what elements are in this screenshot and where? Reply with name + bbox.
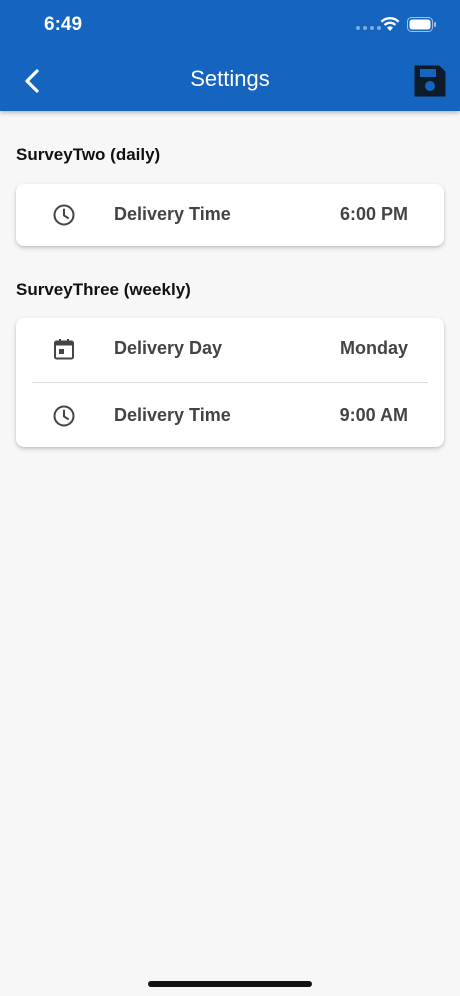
status-bar: 6:49 bbox=[0, 0, 460, 50]
row-value: Monday bbox=[339, 338, 408, 358]
wifi-icon bbox=[380, 16, 400, 31]
delivery-time-row[interactable]: Delivery Time 6:00 PM bbox=[16, 184, 444, 246]
row-label: Delivery Time bbox=[114, 204, 231, 224]
app-header: 6:49 Settings bbox=[0, 0, 460, 111]
surveythree-settings-card: Delivery Day Monday Delivery Time 9:00 A… bbox=[16, 318, 444, 447]
section-title-surveytwo: SurveyTwo (daily) bbox=[16, 145, 161, 164]
row-value: 6:00 PM bbox=[339, 204, 408, 224]
page-title: Settings bbox=[190, 66, 270, 91]
section-title-surveythree: SurveyThree (weekly) bbox=[16, 280, 191, 299]
row-value: 9:00 AM bbox=[339, 405, 408, 425]
row-label: Delivery Time bbox=[114, 405, 231, 425]
save-icon bbox=[414, 65, 446, 97]
status-time: 6:49 bbox=[44, 14, 83, 35]
calendar-icon bbox=[54, 339, 74, 360]
delivery-time-row[interactable]: Delivery Time 9:00 AM bbox=[16, 385, 444, 447]
delivery-day-row[interactable]: Delivery Day Monday bbox=[16, 318, 444, 380]
clock-icon bbox=[53, 204, 75, 226]
divider bbox=[32, 382, 428, 383]
save-button[interactable] bbox=[412, 63, 448, 99]
home-indicator bbox=[148, 981, 312, 987]
clock-icon bbox=[53, 405, 75, 427]
battery-icon bbox=[407, 17, 436, 32]
navigation-bar: Settings bbox=[0, 55, 460, 105]
row-label: Delivery Day bbox=[114, 338, 223, 358]
surveytwo-settings-card: Delivery Time 6:00 PM bbox=[16, 184, 444, 246]
cellular-signal-icon bbox=[356, 26, 381, 30]
